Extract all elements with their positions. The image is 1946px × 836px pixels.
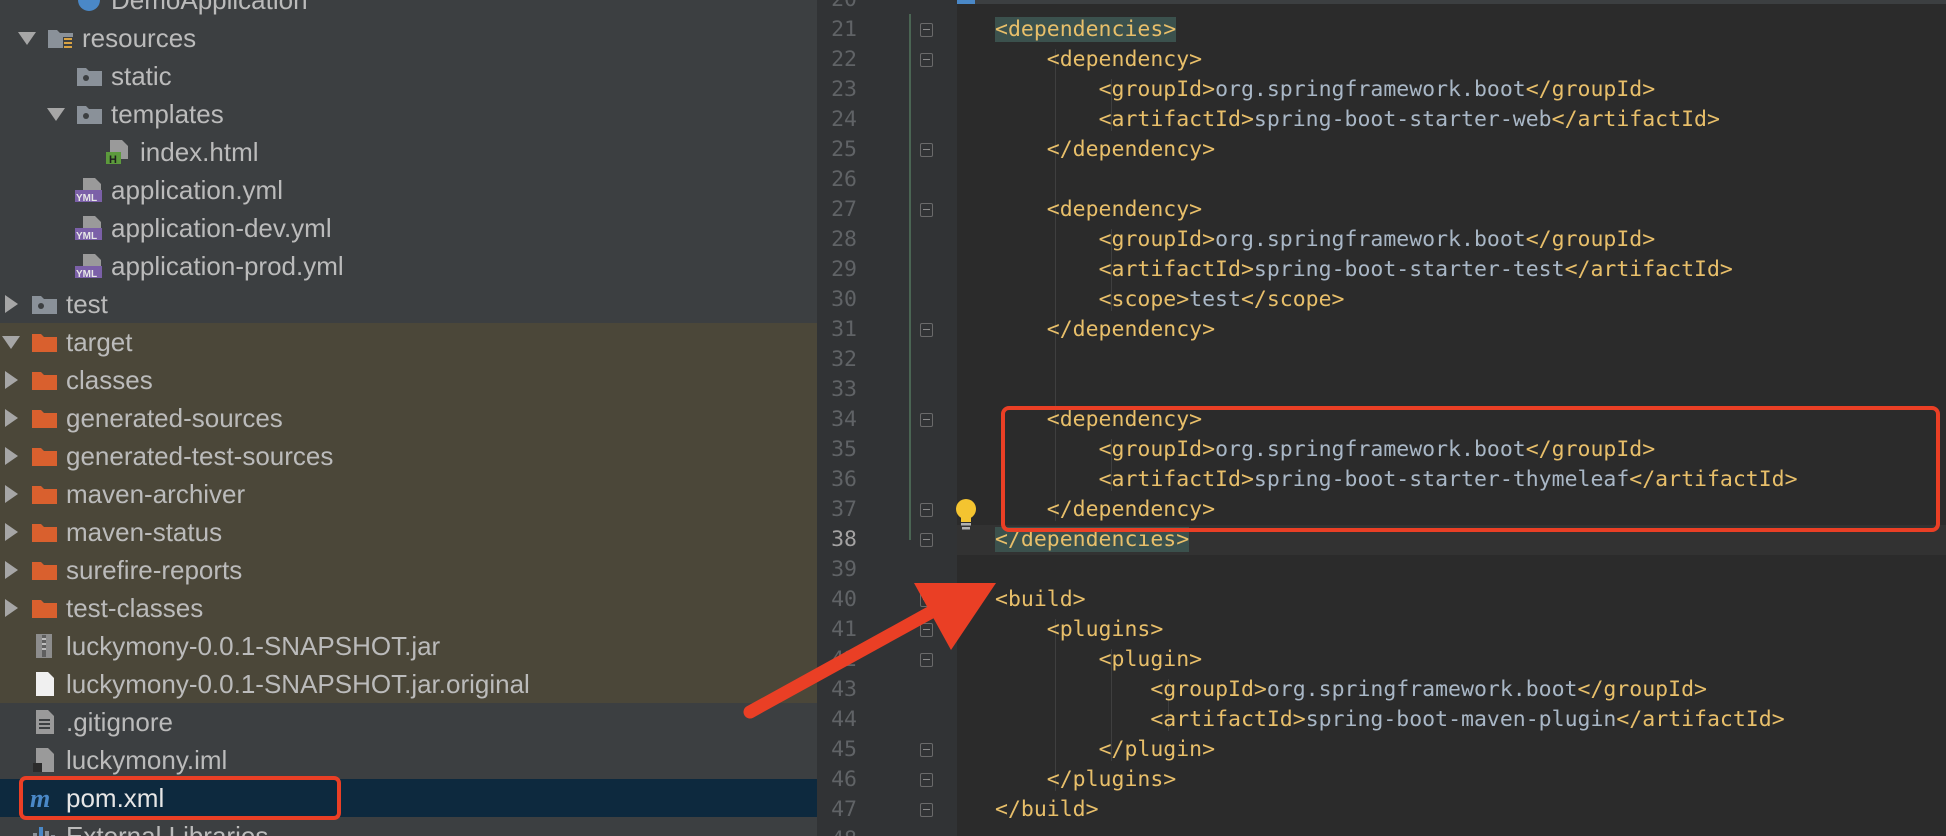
annotation-arrow bbox=[743, 583, 996, 719]
